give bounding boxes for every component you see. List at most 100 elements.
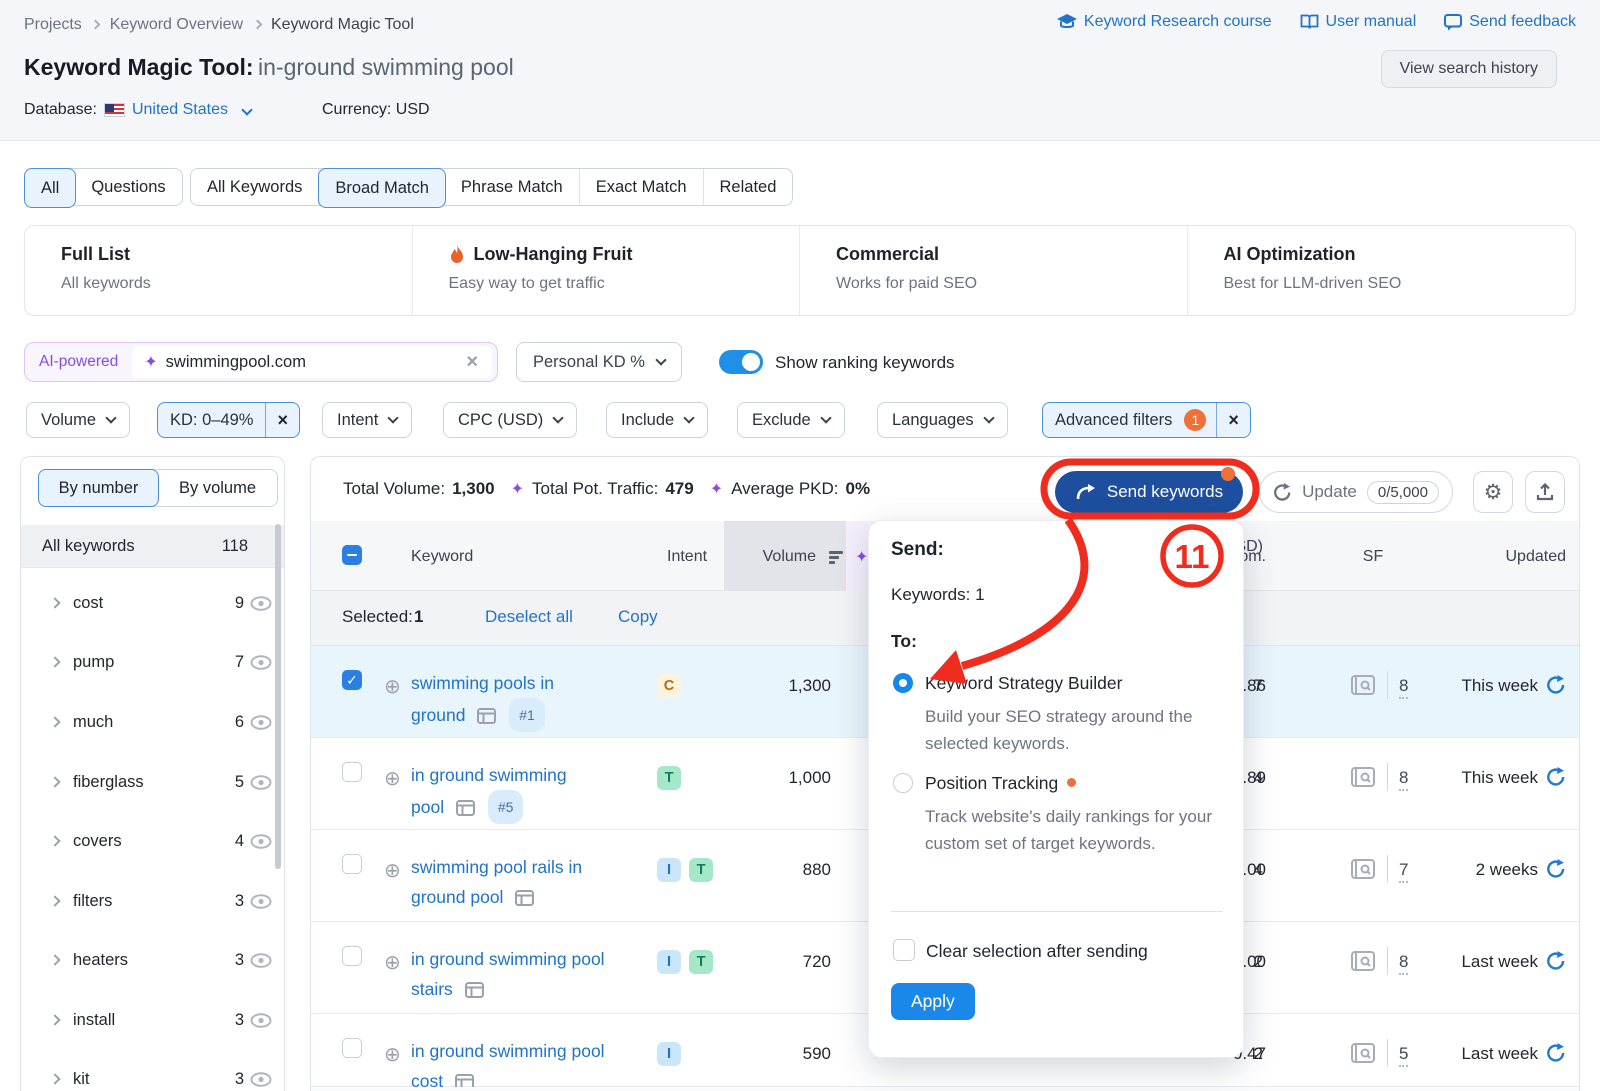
- sidebar-item-filters[interactable]: filters 3: [21, 871, 284, 931]
- tab-by-volume[interactable]: By volume: [158, 470, 277, 506]
- update-button[interactable]: Update 0/5,000: [1259, 471, 1453, 513]
- serp-features-icon[interactable]: [1351, 1043, 1375, 1063]
- expand-chevron-icon[interactable]: [49, 656, 60, 667]
- sidebar-item-cost[interactable]: cost 9: [21, 573, 284, 633]
- add-keyword-icon[interactable]: ⊕: [384, 858, 401, 883]
- show-ranking-toggle[interactable]: [719, 350, 763, 374]
- deselect-all-link[interactable]: Deselect all: [485, 607, 573, 627]
- intent-filter[interactable]: Intent: [322, 402, 412, 438]
- column-header-sf[interactable]: SF: [1351, 548, 1395, 566]
- radio-keyword-strategy-builder[interactable]: [893, 673, 913, 693]
- eye-icon[interactable]: [250, 715, 272, 730]
- expand-chevron-icon[interactable]: [49, 716, 60, 727]
- keyword-link[interactable]: stairs: [411, 979, 453, 999]
- languages-filter[interactable]: Languages: [877, 402, 1008, 438]
- breadcrumb-projects[interactable]: Projects: [24, 16, 82, 33]
- serp-preview-icon[interactable]: [456, 800, 475, 816]
- cpc-filter[interactable]: CPC (USD): [443, 402, 577, 438]
- copy-link[interactable]: Copy: [618, 607, 658, 627]
- eye-icon[interactable]: [250, 953, 272, 968]
- serp-preview-icon[interactable]: [465, 982, 484, 998]
- eye-icon[interactable]: [250, 1072, 272, 1087]
- send-keywords-button[interactable]: Send keywords: [1055, 471, 1243, 513]
- add-keyword-icon[interactable]: ⊕: [384, 674, 401, 699]
- row-checkbox[interactable]: [342, 762, 362, 782]
- serp-features-icon[interactable]: [1351, 767, 1375, 787]
- sidebar-item-heaters[interactable]: heaters 3: [21, 930, 284, 990]
- tab-exact-match[interactable]: Exact Match: [580, 169, 704, 205]
- expand-chevron-icon[interactable]: [49, 1014, 60, 1025]
- column-header-intent[interactable]: Intent: [667, 548, 707, 566]
- refresh-icon[interactable]: [1546, 859, 1566, 879]
- clear-search-icon[interactable]: ×: [466, 352, 478, 372]
- expand-chevron-icon[interactable]: [49, 597, 60, 608]
- card-full-list[interactable]: Full List All keywords: [25, 226, 413, 315]
- tab-related[interactable]: Related: [704, 169, 793, 205]
- remove-advanced-filters-icon[interactable]: ×: [1217, 410, 1250, 431]
- eye-icon[interactable]: [250, 655, 272, 670]
- breadcrumb-keyword-overview[interactable]: Keyword Overview: [110, 16, 243, 33]
- keyword-link[interactable]: in ground swimming: [411, 765, 567, 785]
- sidebar-item-install[interactable]: install 3: [21, 990, 284, 1050]
- sidebar-item-covers[interactable]: covers 4: [21, 811, 284, 871]
- keyword-link[interactable]: swimming pools in: [411, 673, 554, 693]
- database-selector[interactable]: United States: [132, 101, 228, 119]
- advanced-filters[interactable]: Advanced filters 1 ×: [1042, 402, 1251, 438]
- eye-icon[interactable]: [250, 596, 272, 611]
- search-input[interactable]: [166, 353, 467, 372]
- sort-descending-icon[interactable]: [829, 551, 843, 564]
- keyword-link[interactable]: pool: [411, 797, 444, 817]
- expand-chevron-icon[interactable]: [49, 1073, 60, 1084]
- tab-all-keywords[interactable]: All Keywords: [191, 169, 319, 205]
- row-checkbox[interactable]: [342, 854, 362, 874]
- tab-phrase-match[interactable]: Phrase Match: [445, 169, 580, 205]
- row-checkbox[interactable]: [342, 1038, 362, 1058]
- add-keyword-icon[interactable]: ⊕: [384, 1042, 401, 1067]
- refresh-icon[interactable]: [1546, 951, 1566, 971]
- sidebar-item-fiberglass[interactable]: fiberglass 5: [21, 752, 284, 812]
- sidebar-scrollbar[interactable]: [275, 524, 281, 869]
- keyword-research-course-link[interactable]: Keyword Research course: [1057, 13, 1272, 31]
- expand-chevron-icon[interactable]: [49, 954, 60, 965]
- tab-questions[interactable]: Questions: [75, 169, 181, 205]
- volume-filter[interactable]: Volume: [26, 402, 130, 438]
- serp-features-icon[interactable]: [1351, 951, 1375, 971]
- view-search-history-button[interactable]: View search history: [1381, 50, 1557, 88]
- expand-chevron-icon[interactable]: [49, 895, 60, 906]
- eye-icon[interactable]: [250, 775, 272, 790]
- add-keyword-icon[interactable]: ⊕: [384, 950, 401, 975]
- apply-button[interactable]: Apply: [891, 983, 975, 1020]
- card-low-hanging-fruit[interactable]: Low-Hanging Fruit Easy way to get traffi…: [413, 226, 801, 315]
- sf-count-link[interactable]: 8: [1399, 768, 1408, 791]
- keyword-link[interactable]: in ground swimming pool: [411, 949, 605, 969]
- serp-features-icon[interactable]: [1351, 859, 1375, 879]
- option-keyword-strategy-builder-label[interactable]: Keyword Strategy Builder: [925, 673, 1122, 694]
- exclude-filter[interactable]: Exclude: [737, 402, 845, 438]
- user-manual-link[interactable]: User manual: [1300, 13, 1417, 31]
- sf-count-link[interactable]: 7: [1399, 860, 1408, 883]
- refresh-icon[interactable]: [1546, 1043, 1566, 1063]
- settings-button[interactable]: ⚙: [1473, 471, 1513, 513]
- clear-selection-checkbox[interactable]: [893, 939, 915, 961]
- serp-preview-icon[interactable]: [477, 708, 496, 724]
- serp-features-icon[interactable]: [1351, 675, 1375, 695]
- serp-preview-icon[interactable]: [515, 890, 534, 906]
- sf-count-link[interactable]: 5: [1399, 1044, 1408, 1067]
- sidebar-item-much[interactable]: much 6: [21, 692, 284, 752]
- refresh-icon[interactable]: [1546, 675, 1566, 695]
- card-ai-optimization[interactable]: AI Optimization Best for LLM-driven SEO: [1188, 226, 1576, 315]
- row-checkbox[interactable]: [342, 946, 362, 966]
- eye-icon[interactable]: [250, 834, 272, 849]
- keyword-link[interactable]: ground: [411, 705, 466, 725]
- card-commercial[interactable]: Commercial Works for paid SEO: [800, 226, 1188, 315]
- remove-kd-filter-icon[interactable]: ×: [266, 410, 299, 431]
- column-header-keyword[interactable]: Keyword: [411, 548, 473, 566]
- keyword-link[interactable]: ground pool: [411, 887, 503, 907]
- send-feedback-link[interactable]: Send feedback: [1444, 13, 1576, 31]
- tab-by-number[interactable]: By number: [38, 469, 159, 507]
- sidebar-all-keywords-row[interactable]: All keywords 118: [21, 525, 284, 568]
- sf-count-link[interactable]: 8: [1399, 676, 1408, 699]
- row-checkbox[interactable]: ✓: [342, 670, 362, 690]
- personal-kd-dropdown[interactable]: Personal KD %: [516, 342, 682, 382]
- expand-chevron-icon[interactable]: [49, 776, 60, 787]
